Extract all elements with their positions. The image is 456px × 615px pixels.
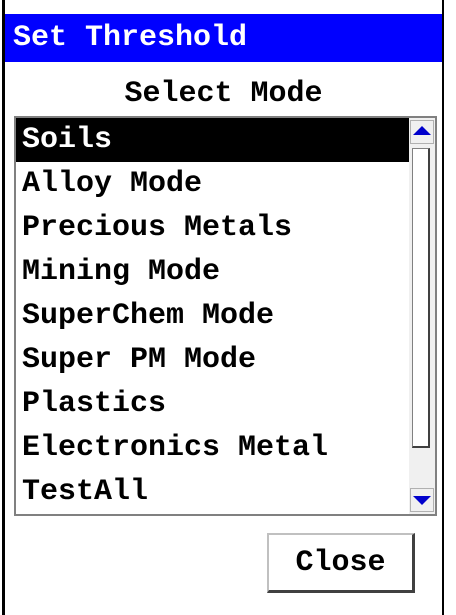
list-item-superchem-mode[interactable]: SuperChem Mode [16,294,411,338]
mode-listbox[interactable]: Soils Alloy Mode Precious Metals Mining … [14,116,437,516]
scroll-thumb[interactable] [412,148,430,448]
close-button[interactable]: Close [267,533,415,593]
dialog-title: Set Threshold [5,14,442,62]
list-scrollbar[interactable] [409,118,435,514]
scroll-down-button[interactable] [410,488,434,512]
scroll-up-button[interactable] [410,120,434,144]
triangle-down-icon [413,496,431,505]
list-item-electronics-metal[interactable]: Electronics Metal [16,426,411,470]
list-item-mining-mode[interactable]: Mining Mode [16,250,411,294]
select-mode-label: Select Mode [124,77,323,111]
list-item-super-pm-mode[interactable]: Super PM Mode [16,338,411,382]
triangle-up-icon [413,126,431,135]
list-item-precious-metals[interactable]: Precious Metals [16,206,411,250]
list-item-testall[interactable]: TestAll [16,470,411,514]
list-item-plastics[interactable]: Plastics [16,382,411,426]
list-item-alloy-mode[interactable]: Alloy Mode [16,162,411,206]
list-item-soils[interactable]: Soils [16,118,411,162]
set-threshold-dialog: Set Threshold Select Mode Soils Alloy Mo… [2,0,444,615]
mode-list: Soils Alloy Mode Precious Metals Mining … [16,118,411,514]
